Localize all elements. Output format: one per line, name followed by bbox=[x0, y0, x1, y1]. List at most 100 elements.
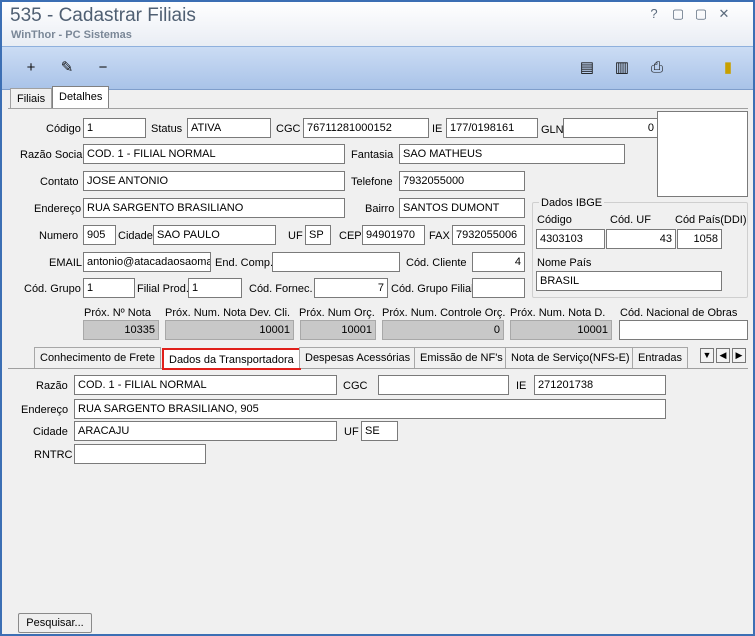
cep-field[interactable]: 94901970 bbox=[362, 225, 425, 245]
prox-orc-field: 10001 bbox=[300, 320, 376, 340]
ibge-codpais-label: Cód País(DDI) bbox=[675, 214, 747, 226]
tab-detalhes[interactable]: Detalhes bbox=[52, 86, 110, 108]
transp-cidade-field[interactable]: ARACAJU bbox=[74, 421, 337, 441]
status-field[interactable]: ATIVA bbox=[187, 118, 271, 138]
numero-field[interactable]: 905 bbox=[83, 225, 116, 245]
remove-icon[interactable]: − bbox=[92, 58, 114, 78]
status-label: Status bbox=[151, 123, 183, 135]
ibge-codpais-field[interactable]: 1058 bbox=[677, 229, 722, 249]
cod-grupo-label: Cód. Grupo bbox=[24, 283, 81, 295]
prox-nota-d-label: Próx. Num. Nota D. bbox=[510, 307, 606, 319]
chevron-down-icon[interactable]: ▼ bbox=[700, 348, 714, 363]
copy-icon[interactable]: ▤ bbox=[576, 58, 598, 78]
transp-cidade-label: Cidade bbox=[33, 426, 68, 438]
subtab-conhecimento-frete[interactable]: Conhecimento de Frete bbox=[34, 347, 161, 368]
cod-grupo-filial-field[interactable] bbox=[472, 278, 525, 298]
photo-box[interactable] bbox=[657, 111, 748, 197]
cod-grupo-filial-label: Cód. Grupo Filial bbox=[391, 283, 474, 295]
prox-nota-field: 10335 bbox=[83, 320, 159, 340]
maximize-icon[interactable]: ▢ bbox=[692, 6, 710, 22]
transp-ie-field[interactable]: 271201738 bbox=[534, 375, 666, 395]
end-comp-field[interactable] bbox=[272, 252, 400, 272]
uf-field[interactable]: SP bbox=[305, 225, 331, 245]
gln-label: GLN bbox=[541, 124, 564, 136]
cod-cliente-field[interactable]: 4 bbox=[472, 252, 525, 272]
gln-field[interactable]: 0 bbox=[563, 118, 658, 138]
scroll-left-icon[interactable]: ◀ bbox=[716, 348, 730, 363]
filial-prod-field[interactable]: 1 bbox=[188, 278, 242, 298]
transp-endereco-field[interactable]: RUA SARGENTO BRASILIANO, 905 bbox=[74, 399, 666, 419]
subtab-nota-servico[interactable]: Nota de Serviço(NFS-E) bbox=[505, 347, 636, 368]
fantasia-field[interactable]: SAO MATHEUS bbox=[399, 144, 625, 164]
ibge-codigo-field[interactable]: 4303103 bbox=[536, 229, 605, 249]
cod-cliente-label: Cód. Cliente bbox=[406, 257, 467, 269]
transp-uf-field[interactable]: SE bbox=[361, 421, 398, 441]
ibge-nomepais-field[interactable]: BRASIL bbox=[536, 271, 722, 291]
clipboard-icon[interactable]: ▥ bbox=[611, 58, 633, 78]
subtab-dados-transportadora[interactable]: Dados da Transportadora bbox=[162, 348, 301, 370]
exit-icon[interactable]: ▮ bbox=[717, 58, 739, 78]
telefone-field[interactable]: 7932055000 bbox=[399, 171, 525, 191]
transp-razao-label: Razão bbox=[36, 380, 68, 392]
cgc-field[interactable]: 76711281000152 bbox=[303, 118, 429, 138]
end-comp-label: End. Comp. bbox=[215, 257, 274, 269]
subtab-entradas[interactable]: Entradas bbox=[632, 347, 689, 368]
subtab-emissao-nfs[interactable]: Emissão de NF's bbox=[414, 347, 509, 368]
prox-ctrl-orc-field: 0 bbox=[382, 320, 504, 340]
title-bar: 535 - Cadastrar Filiais WinThor - PC Sis… bbox=[2, 2, 753, 46]
cidade-field[interactable]: SAO PAULO bbox=[153, 225, 276, 245]
razao-social-label: Razão Social bbox=[20, 149, 85, 161]
bairro-field[interactable]: SANTOS DUMONT bbox=[399, 198, 525, 218]
cep-label: CEP bbox=[339, 230, 362, 242]
subtab-despesas-acessorias[interactable]: Despesas Acessórias bbox=[299, 347, 417, 368]
print-icon[interactable]: ⎙ bbox=[646, 58, 668, 78]
codigo-field[interactable]: 1 bbox=[83, 118, 146, 138]
add-icon[interactable]: + bbox=[20, 58, 42, 78]
ibge-codigo-label: Código bbox=[537, 214, 572, 226]
razao-social-field[interactable]: COD. 1 - FILIAL NORMAL bbox=[83, 144, 345, 164]
contato-label: Contato bbox=[40, 176, 79, 188]
contato-field[interactable]: JOSE ANTONIO bbox=[83, 171, 345, 191]
main-window: 535 - Cadastrar Filiais WinThor - PC Sis… bbox=[0, 0, 755, 636]
ibge-coduf-label: Cód. UF bbox=[610, 214, 651, 226]
codigo-label: Código bbox=[46, 123, 81, 135]
scroll-right-icon[interactable]: ▶ bbox=[732, 348, 746, 363]
ibge-coduf-field[interactable]: 43 bbox=[606, 229, 676, 249]
cod-grupo-field[interactable]: 1 bbox=[83, 278, 135, 298]
toolbar: + ✎ − ▤ ▥ ⎙ ▮ bbox=[2, 46, 753, 90]
cod-nacional-obras-field[interactable] bbox=[619, 320, 748, 340]
ie-field[interactable]: 177/0198161 bbox=[446, 118, 538, 138]
fantasia-label: Fantasia bbox=[351, 149, 394, 161]
transp-rntrc-label: RNTRC bbox=[34, 449, 73, 461]
tab-filiais[interactable]: Filiais bbox=[10, 88, 53, 108]
window-subtitle: WinThor - PC Sistemas bbox=[11, 29, 132, 41]
cgc-label: CGC bbox=[276, 123, 301, 135]
prox-orc-label: Próx. Num Orç. bbox=[299, 307, 375, 319]
transp-cgc-field[interactable] bbox=[378, 375, 509, 395]
edit-icon[interactable]: ✎ bbox=[56, 58, 78, 78]
transp-razao-field[interactable]: COD. 1 - FILIAL NORMAL bbox=[74, 375, 337, 395]
cod-fornec-label: Cód. Fornec. bbox=[249, 283, 313, 295]
search-button[interactable]: Pesquisar... bbox=[18, 613, 92, 633]
filial-prod-label: Filial Prod. bbox=[137, 283, 189, 295]
prox-nota-dev-field: 10001 bbox=[165, 320, 294, 340]
fax-field[interactable]: 7932055006 bbox=[452, 225, 525, 245]
prox-nota-d-field: 10001 bbox=[510, 320, 612, 340]
transp-endereco-label: Endereço bbox=[21, 404, 69, 416]
prox-nota-label: Próx. Nº Nota bbox=[84, 307, 151, 319]
minimize-icon[interactable]: ▢ bbox=[669, 6, 687, 22]
transp-ie-label: IE bbox=[516, 380, 527, 392]
telefone-label: Telefone bbox=[351, 176, 393, 188]
subtab-divider bbox=[8, 368, 748, 369]
cod-nacional-obras-label: Cód. Nacional de Obras bbox=[620, 307, 738, 319]
endereco-label: Endereço bbox=[34, 203, 82, 215]
numero-label: Numero bbox=[39, 230, 79, 242]
transp-rntrc-field[interactable] bbox=[74, 444, 206, 464]
cidade-label: Cidade bbox=[118, 230, 153, 242]
endereco-field[interactable]: RUA SARGENTO BRASILIANO bbox=[83, 198, 345, 218]
email-field[interactable]: antonio@atacadaosaomat bbox=[83, 252, 211, 272]
help-icon[interactable]: ? bbox=[645, 6, 663, 22]
cod-fornec-field[interactable]: 7 bbox=[314, 278, 388, 298]
close-icon[interactable]: ✕ bbox=[715, 6, 733, 22]
transp-cgc-label: CGC bbox=[343, 380, 368, 392]
